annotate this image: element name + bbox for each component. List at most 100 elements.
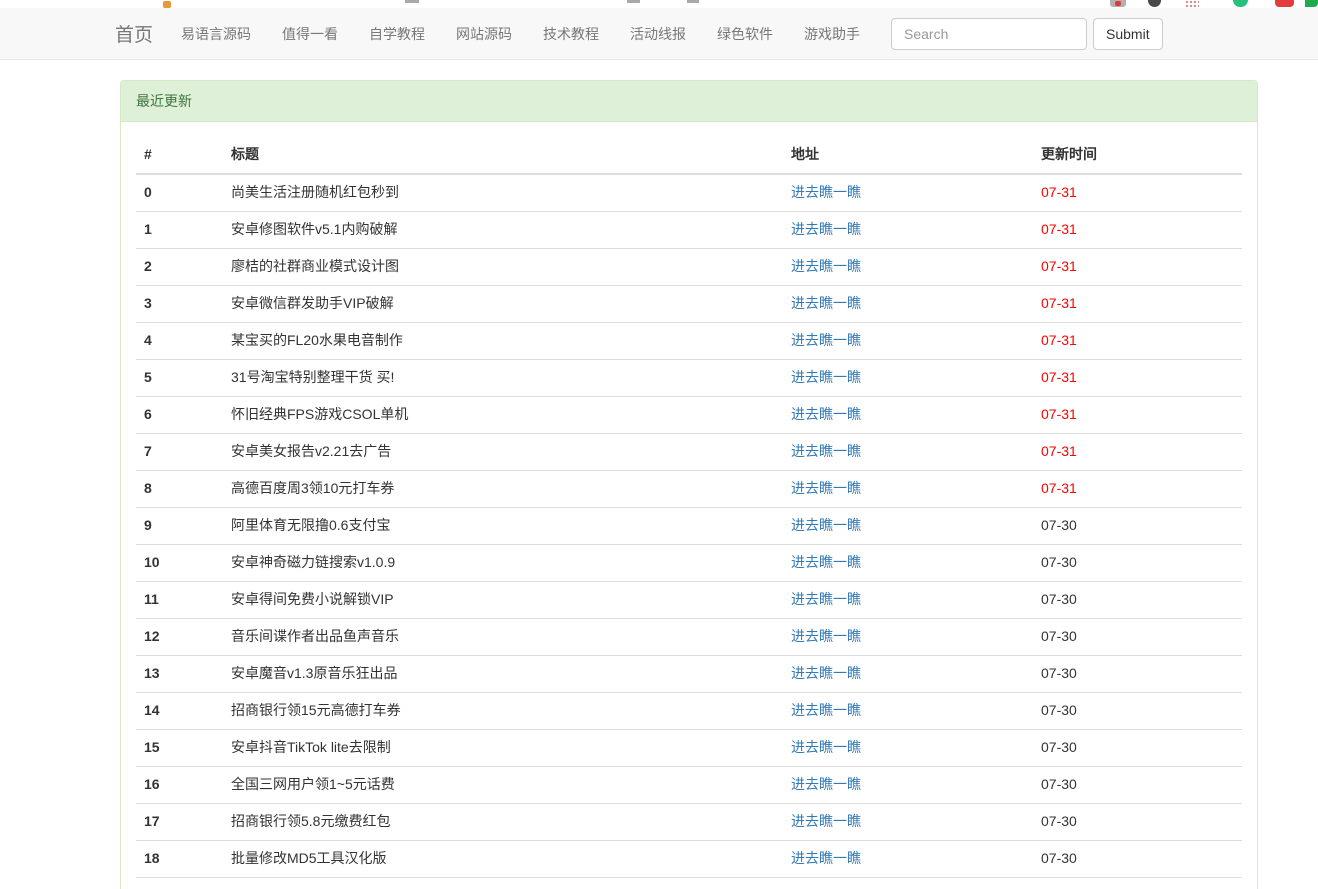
row-date-cell: 07-30 (1033, 507, 1242, 544)
row-date-cell: 07-30 (1033, 655, 1242, 692)
table-row: 13安卓魔音v1.3原音乐狂出品进去瞧一瞧07-30 (136, 655, 1242, 692)
table-row: 11安卓得间免费小说解锁VIP进去瞧一瞧07-30 (136, 581, 1242, 618)
nav-brand-home[interactable]: 首页 (115, 20, 153, 47)
row-update-date: 07-30 (1041, 665, 1077, 681)
row-visit-link[interactable]: 进去瞧一瞧 (791, 258, 861, 274)
row-date-cell: 07-30 (1033, 581, 1242, 618)
table-row: 6怀旧经典FPS游戏CSOL单机进去瞧一瞧07-31 (136, 396, 1242, 433)
nav-item-7[interactable]: 游戏助手 (804, 24, 860, 44)
row-date-cell: 07-31 (1033, 396, 1242, 433)
row-visit-link[interactable]: 进去瞧一瞧 (791, 850, 861, 866)
row-title: 尚美生活注册随机红包秒到 (223, 174, 783, 211)
row-index: 10 (136, 544, 223, 581)
row-link-cell: 进去瞧一瞧 (783, 766, 1033, 803)
row-title: 安卓魔音v1.3原音乐狂出品 (223, 655, 783, 692)
row-visit-link[interactable]: 进去瞧一瞧 (791, 517, 861, 533)
row-update-date: 07-30 (1041, 628, 1077, 644)
col-header-title: 标题 (223, 137, 783, 174)
row-visit-link[interactable]: 进去瞧一瞧 (791, 739, 861, 755)
row-visit-link[interactable]: 进去瞧一瞧 (791, 628, 861, 644)
row-index: 9 (136, 507, 223, 544)
row-index: 17 (136, 803, 223, 840)
row-date-cell: 07-31 (1033, 211, 1242, 248)
row-visit-link[interactable]: 进去瞧一瞧 (791, 813, 861, 829)
extension-icon-green-square[interactable] (1305, 0, 1318, 7)
row-date-cell: 07-31 (1033, 285, 1242, 322)
row-index: 12 (136, 618, 223, 655)
row-update-date: 07-31 (1041, 369, 1077, 385)
nav-item-1[interactable]: 值得一看 (282, 24, 338, 44)
table-row: 16全国三网用户领1~5元话费进去瞧一瞧07-30 (136, 766, 1242, 803)
row-link-cell: 进去瞧一瞧 (783, 248, 1033, 285)
row-visit-link[interactable]: 进去瞧一瞧 (791, 702, 861, 718)
row-visit-link[interactable]: 进去瞧一瞧 (791, 443, 861, 459)
row-date-cell: 07-31 (1033, 248, 1242, 285)
row-update-date: 07-31 (1041, 480, 1077, 496)
row-link-cell: 进去瞧一瞧 (783, 211, 1033, 248)
row-link-cell: 进去瞧一瞧 (783, 396, 1033, 433)
extension-icon-dark-circle[interactable] (1148, 0, 1161, 7)
table-row: 7安卓美女报告v2.21去广告进去瞧一瞧07-31 (136, 433, 1242, 470)
extension-icon-red-square[interactable] (1275, 0, 1294, 7)
row-update-date: 07-30 (1041, 702, 1077, 718)
row-visit-link[interactable]: 进去瞧一瞧 (791, 591, 861, 607)
recent-updates-panel: 最近更新 # 标题 地址 更新时间 0尚美生活注册随机红包秒到进去瞧一瞧07-3… (120, 80, 1258, 889)
row-date-cell: 07-30 (1033, 766, 1242, 803)
extension-icon-green-circle[interactable] (1233, 0, 1248, 7)
row-update-date: 07-31 (1041, 443, 1077, 459)
row-visit-link[interactable]: 进去瞧一瞧 (791, 406, 861, 422)
row-link-cell: 进去瞧一瞧 (783, 803, 1033, 840)
col-header-index: # (136, 137, 223, 174)
row-index: 15 (136, 729, 223, 766)
nav-item-3[interactable]: 网站源码 (456, 24, 512, 44)
nav-item-5[interactable]: 活动线报 (630, 24, 686, 44)
row-title: 安卓神奇磁力链搜索v1.0.9 (223, 544, 783, 581)
table-row: 4某宝买的FL20水果电音制作进去瞧一瞧07-31 (136, 322, 1242, 359)
row-update-date: 07-31 (1041, 221, 1077, 237)
extension-icon-pink-dots[interactable] (1185, 0, 1199, 7)
nav-item-4[interactable]: 技术教程 (543, 24, 599, 44)
row-link-cell: 进去瞧一瞧 (783, 581, 1033, 618)
row-index: 16 (136, 766, 223, 803)
row-visit-link[interactable]: 进去瞧一瞧 (791, 776, 861, 792)
row-update-date: 07-30 (1041, 554, 1077, 570)
nav-item-0[interactable]: 易语言源码 (181, 24, 251, 44)
row-link-cell: 进去瞧一瞧 (783, 174, 1033, 211)
row-update-date: 07-30 (1041, 813, 1077, 829)
row-index: 0 (136, 174, 223, 211)
row-update-date: 07-30 (1041, 591, 1077, 607)
search-submit-button[interactable]: Submit (1093, 18, 1163, 50)
row-link-cell: 进去瞧一瞧 (783, 433, 1033, 470)
row-title: 安卓微信群发助手VIP破解 (223, 285, 783, 322)
nav-item-2[interactable]: 自学教程 (369, 24, 425, 44)
row-date-cell: 07-30 (1033, 692, 1242, 729)
row-visit-link[interactable]: 进去瞧一瞧 (791, 480, 861, 496)
row-index: 14 (136, 692, 223, 729)
search-input[interactable] (891, 18, 1087, 50)
extension-icon-gray-red[interactable] (1110, 0, 1126, 7)
table-row: 1安卓修图软件v5.1内购破解进去瞧一瞧07-31 (136, 211, 1242, 248)
row-visit-link[interactable]: 进去瞧一瞧 (791, 184, 861, 200)
row-update-date: 07-30 (1041, 850, 1077, 866)
row-index: 18 (136, 840, 223, 877)
row-visit-link[interactable]: 进去瞧一瞧 (791, 369, 861, 385)
row-visit-link[interactable]: 进去瞧一瞧 (791, 665, 861, 681)
row-link-cell: 进去瞧一瞧 (783, 507, 1033, 544)
panel-title: 最近更新 (121, 81, 1257, 122)
row-visit-link[interactable]: 进去瞧一瞧 (791, 332, 861, 348)
row-visit-link[interactable]: 进去瞧一瞧 (791, 554, 861, 570)
row-title: 批量修改MD5工具汉化版 (223, 840, 783, 877)
nav-item-6[interactable]: 绿色软件 (717, 24, 773, 44)
row-title: 招商银行领15元高德打车券 (223, 692, 783, 729)
bookmark-favicon-icon[interactable] (163, 1, 171, 8)
row-title: 怀旧经典FPS游戏CSOL单机 (223, 396, 783, 433)
row-index: 7 (136, 433, 223, 470)
table-header-row: # 标题 地址 更新时间 (136, 137, 1242, 174)
row-update-date: 07-30 (1041, 739, 1077, 755)
row-visit-link[interactable]: 进去瞧一瞧 (791, 295, 861, 311)
table-row: 0尚美生活注册随机红包秒到进去瞧一瞧07-31 (136, 174, 1242, 211)
row-update-date: 07-31 (1041, 406, 1077, 422)
row-date-cell: 07-30 (1033, 618, 1242, 655)
col-header-link: 地址 (783, 137, 1033, 174)
row-visit-link[interactable]: 进去瞧一瞧 (791, 221, 861, 237)
